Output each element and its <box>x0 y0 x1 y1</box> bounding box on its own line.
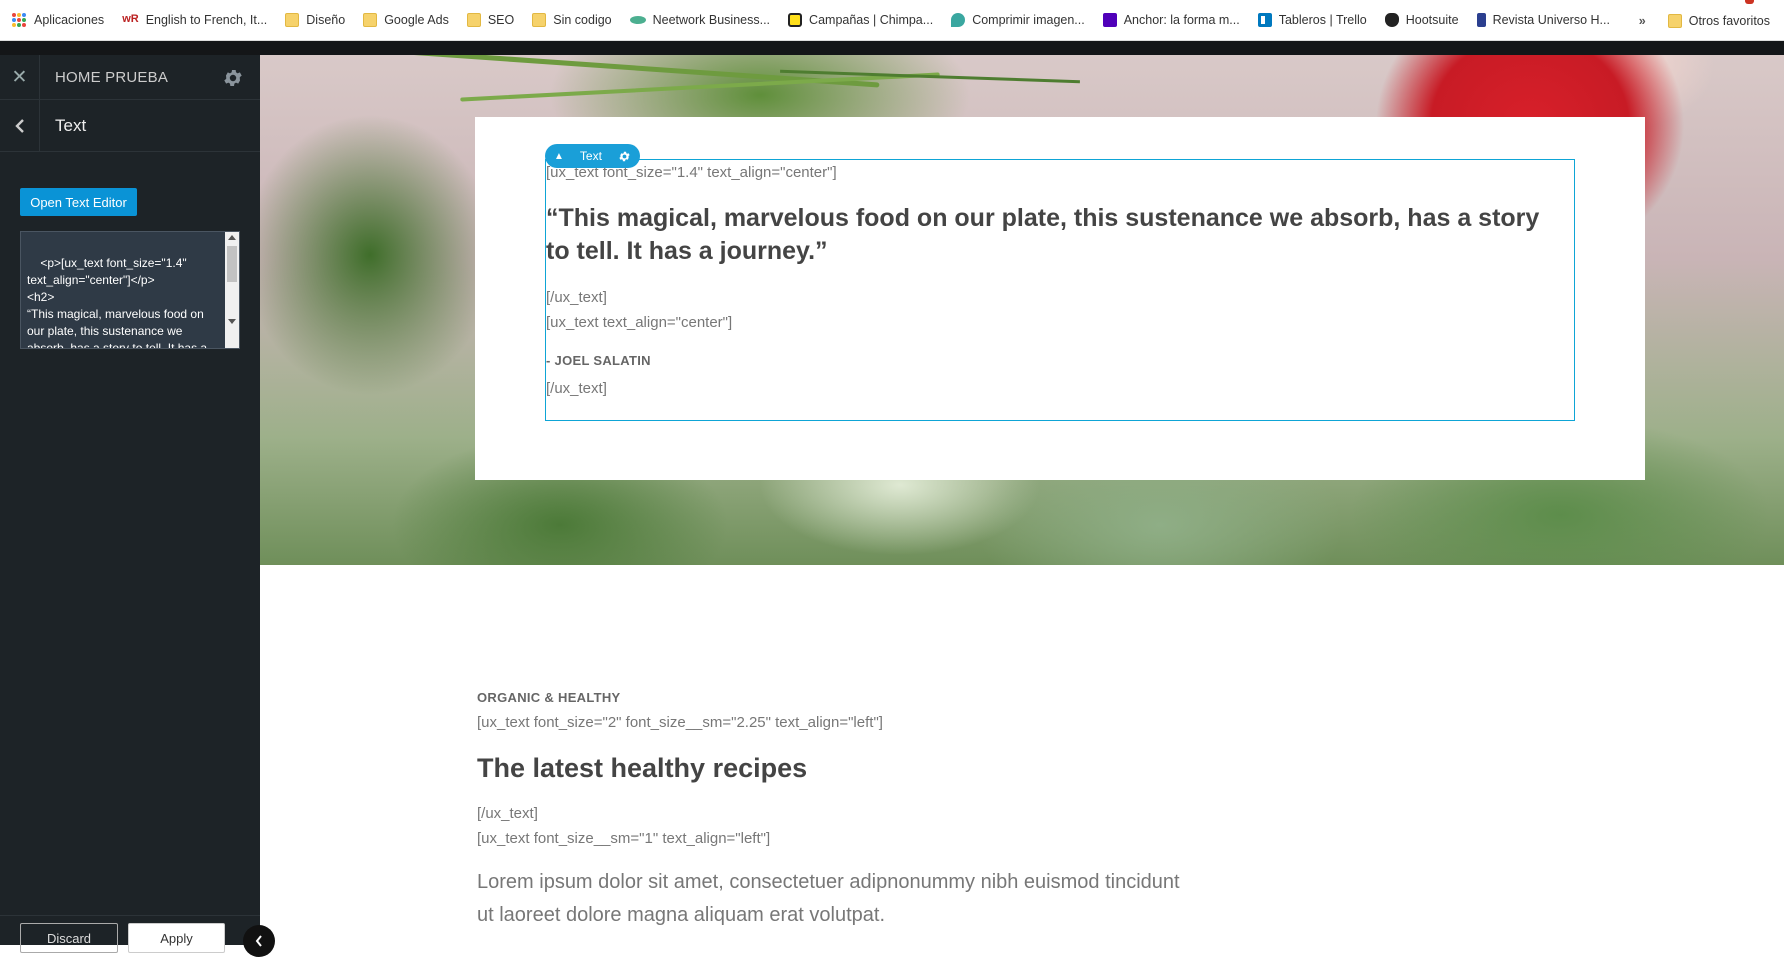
shortcode-close: [/ux_text] <box>546 380 607 397</box>
folder-icon <box>532 13 547 27</box>
open-text-editor-button[interactable]: Open Text Editor <box>20 188 137 216</box>
collapse-sidebar-button[interactable] <box>243 925 275 957</box>
bookmark-label: Diseño <box>306 13 346 27</box>
trello-icon <box>1257 13 1272 27</box>
shortcode-open: [ux_text font_size="2" font_size__sm="2.… <box>477 714 883 731</box>
bookmark-label: Revista Universo H... <box>1492 13 1610 27</box>
bookmark-label: SEO <box>487 13 515 27</box>
recipes-intro-section: ORGANIC & HEALTHY [ux_text font_size="2"… <box>477 690 1377 932</box>
bookmark-label: Otros favoritos <box>1688 13 1770 28</box>
folder-icon <box>1667 13 1682 28</box>
bookmark-label: Tableros | Trello <box>1278 13 1367 27</box>
sidebar-header: ✕ HOME PRUEBA <box>0 54 260 100</box>
gear-icon[interactable] <box>618 150 631 163</box>
back-button[interactable] <box>0 99 40 152</box>
hero-banner-image: ▲ Text [ux_text font_size="1.4" text_ali… <box>260 55 1784 565</box>
scroll-down-icon[interactable] <box>228 319 236 324</box>
chevron-left-icon <box>255 935 262 947</box>
hootsuite-icon <box>1384 13 1399 27</box>
bookmark-other-favorites[interactable]: Otros favoritos <box>1667 13 1770 28</box>
shortcode-open: [ux_text text_align="center"] <box>546 314 733 331</box>
chevron-left-icon <box>14 118 24 133</box>
scroll-up-icon[interactable] <box>228 235 236 240</box>
herb-stem-decoration <box>460 72 940 102</box>
bookmark-folder-diseno[interactable]: Diseño <box>285 13 345 27</box>
bookmark-label: Neetwork Business... <box>652 13 771 27</box>
bookmark-revista[interactable]: Revista Universo H... <box>1476 13 1610 27</box>
bookmark-anchor[interactable]: Anchor: la forma m... <box>1102 13 1240 27</box>
bookmark-hootsuite[interactable]: Hootsuite <box>1384 13 1459 27</box>
quote-card: ▲ Text [ux_text font_size="1.4" text_ali… <box>475 117 1645 480</box>
bookmark-folder-seo[interactable]: SEO <box>466 13 515 27</box>
bookmark-label: Anchor: la forma m... <box>1123 13 1240 27</box>
scroll-thumb[interactable] <box>227 246 237 282</box>
section-body-text: Lorem ipsum dolor sit amet, consectetuer… <box>477 871 1180 926</box>
bookmark-label: Comprimir imagen... <box>972 13 1085 27</box>
discard-button[interactable]: Discard <box>20 923 118 953</box>
bookmark-neetwork[interactable]: Neetwork Business... <box>629 13 771 27</box>
chevron-up-icon[interactable]: ▲ <box>554 151 564 162</box>
bookmark-compress[interactable]: Comprimir imagen... <box>951 13 1085 27</box>
quote-author: - JOEL SALATIN <box>546 353 651 368</box>
bookmark-label: Aplicaciones <box>34 13 105 27</box>
bookmark-wordreference[interactable]: wR English to French, It... <box>122 13 267 27</box>
textarea-scrollbar[interactable] <box>225 232 239 348</box>
bookmark-page-icon <box>1476 13 1486 27</box>
bookmark-label: Campañas | Chimpa... <box>809 13 934 27</box>
sidebar-subheader: Text <box>0 99 260 152</box>
wordreference-icon: wR <box>122 13 139 25</box>
close-icon[interactable]: ✕ <box>0 54 40 100</box>
section-eyebrow: ORGANIC & HEALTHY <box>477 690 621 705</box>
element-toolbar[interactable]: ▲ Text <box>545 144 640 168</box>
gear-icon[interactable] <box>222 67 244 89</box>
bookmark-label: English to French, It... <box>145 13 268 27</box>
bookmark-folder-sin-codigo[interactable]: Sin codigo <box>532 13 612 27</box>
shortcode-close: [/ux_text] <box>477 805 538 822</box>
code-textarea[interactable]: <p>[ux_text font_size="1.4" text_align="… <box>20 231 240 349</box>
page-canvas: ▲ Text [ux_text font_size="1.4" text_ali… <box>260 55 1784 945</box>
selected-text-element[interactable]: ▲ Text [ux_text font_size="1.4" text_ali… <box>545 144 1575 421</box>
element-title: Text <box>55 115 87 135</box>
quote-heading: “This magical, marvelous food on our pla… <box>546 204 1540 265</box>
folder-icon <box>363 13 378 27</box>
bookmark-label: Hootsuite <box>1405 13 1459 27</box>
sidebar-footer: Discard Apply <box>0 915 260 953</box>
anchor-icon <box>1102 13 1117 27</box>
compress-icon <box>951 13 966 27</box>
element-type-label: Text <box>579 149 602 163</box>
neetwork-icon <box>629 16 646 24</box>
apply-button[interactable]: Apply <box>128 923 225 953</box>
page-title: HOME PRUEBA <box>55 68 169 86</box>
shortcode-open: [ux_text font_size__sm="1" text_align="l… <box>477 830 771 847</box>
apps-grid-icon <box>12 13 26 27</box>
builder-sidebar: ✕ HOME PRUEBA Text Open Text Editor <p>[… <box>0 54 275 957</box>
bookmarks-overflow-button[interactable]: » <box>1639 14 1646 28</box>
mailchimp-icon <box>788 13 803 27</box>
code-content: <p>[ux_text font_size="1.4" text_align="… <box>27 256 208 349</box>
bookmark-label: Sin codigo <box>553 13 612 27</box>
bookmark-folder-google-ads[interactable]: Google Ads <box>363 13 449 27</box>
bookmark-trello[interactable]: Tableros | Trello <box>1257 13 1367 27</box>
shortcode-close: [/ux_text] <box>546 289 607 306</box>
bookmark-apps[interactable]: Aplicaciones <box>12 13 104 27</box>
folder-icon <box>466 13 481 27</box>
profile-indicator <box>1745 0 1754 4</box>
section-heading: The latest healthy recipes <box>477 753 808 783</box>
bookmark-label: Google Ads <box>384 13 449 27</box>
bookmarks-bar: Aplicaciones wR English to French, It...… <box>0 0 1784 41</box>
folder-icon <box>285 13 300 27</box>
bookmark-mailchimp[interactable]: Campañas | Chimpa... <box>788 13 933 27</box>
